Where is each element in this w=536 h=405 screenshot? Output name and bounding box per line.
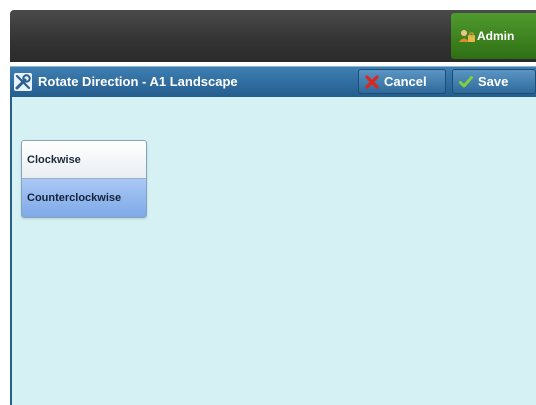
- app-frame: Admin Rotate Direction - A1 Landscape Ca…: [10, 10, 536, 405]
- option-clockwise[interactable]: Clockwise: [22, 141, 146, 179]
- option-label: Clockwise: [27, 153, 81, 166]
- admin-label: Admin: [477, 29, 515, 43]
- cancel-button[interactable]: Cancel: [358, 69, 446, 94]
- title-bar: Rotate Direction - A1 Landscape Cancel S…: [10, 66, 536, 97]
- admin-user-icon: [459, 29, 475, 43]
- admin-button[interactable]: Admin: [451, 13, 536, 59]
- top-status-bar: Admin: [10, 10, 536, 62]
- cancel-label: Cancel: [384, 74, 427, 89]
- checkmark-icon: [459, 75, 473, 89]
- tools-icon: [14, 73, 32, 91]
- option-counterclockwise[interactable]: Counterclockwise: [22, 179, 146, 217]
- rotate-direction-options: Clockwise Counterclockwise: [21, 140, 147, 218]
- save-button[interactable]: Save: [452, 69, 536, 94]
- content-area: Clockwise Counterclockwise: [10, 97, 536, 405]
- option-label: Counterclockwise: [27, 192, 122, 204]
- save-label: Save: [478, 74, 509, 89]
- page-title: Rotate Direction - A1 Landscape: [38, 74, 238, 89]
- x-icon: [365, 74, 379, 89]
